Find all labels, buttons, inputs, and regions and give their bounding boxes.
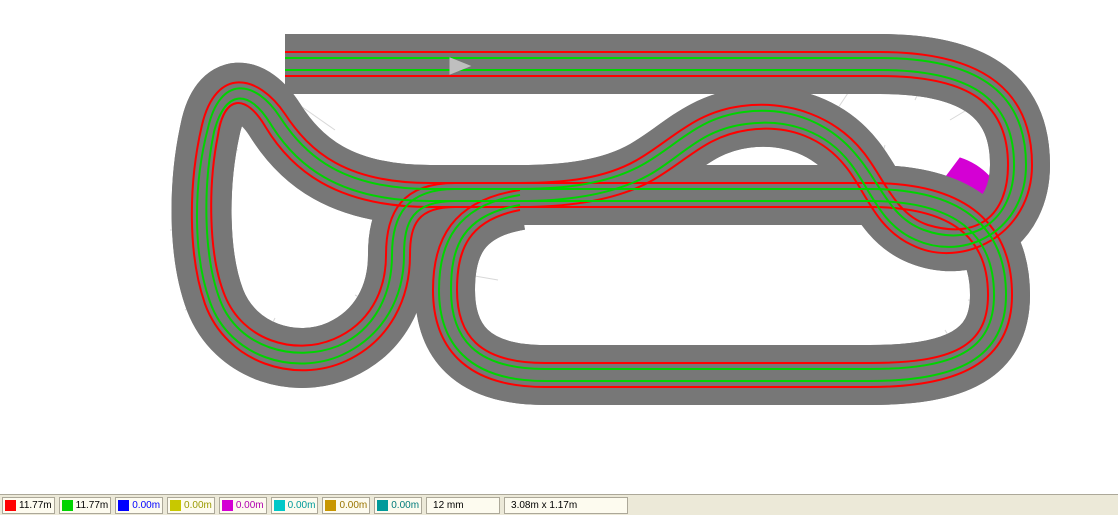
- lane-length-label: 0.00m: [391, 499, 419, 512]
- lane-swatch: [325, 500, 336, 511]
- lane-length-chips: 11.77m 11.77m 0.00m 0.00m 0.00m 0.00m 0.00m 0.0…: [2, 497, 422, 514]
- lane-length-label: 0.00m: [236, 499, 264, 512]
- lane-swatch: [170, 500, 181, 511]
- lane-chip-5[interactable]: 0.00m: [271, 497, 319, 514]
- track-svg: [0, 0, 1118, 493]
- lane-chip-3[interactable]: 0.00m: [167, 497, 215, 514]
- lane-chip-7[interactable]: 0.00m: [374, 497, 422, 514]
- lane-chip-0[interactable]: 11.77m: [2, 497, 55, 514]
- grid-size-value: 12 mm: [433, 500, 464, 511]
- lane-length-label: 0.00m: [132, 499, 160, 512]
- layout-dimensions-cell: 3.08m x 1.17m: [504, 497, 628, 514]
- lane-swatch: [274, 500, 285, 511]
- lane-swatch: [118, 500, 129, 511]
- lane-length-label: 0.00m: [339, 499, 367, 512]
- lane-chip-1[interactable]: 11.77m: [59, 497, 112, 514]
- lane-length-label: 11.77m: [19, 499, 52, 512]
- lane-chip-4[interactable]: 0.00m: [219, 497, 267, 514]
- lane-swatch: [222, 500, 233, 511]
- layout-dimensions-value: 3.08m x 1.17m: [511, 500, 577, 511]
- grid-size-cell: 12 mm: [426, 497, 500, 514]
- lane-swatch: [377, 500, 388, 511]
- lane-swatch: [62, 500, 73, 511]
- track-design-canvas[interactable]: [0, 0, 1118, 493]
- lane-chip-2[interactable]: 0.00m: [115, 497, 163, 514]
- status-bar: 11.77m 11.77m 0.00m 0.00m 0.00m 0.00m 0.00m 0.0…: [0, 494, 1118, 515]
- lane-length-label: 11.77m: [76, 499, 109, 512]
- lane-chip-6[interactable]: 0.00m: [322, 497, 370, 514]
- track-render: [170, 34, 1045, 405]
- lane-length-label: 0.00m: [184, 499, 212, 512]
- lane-swatch: [5, 500, 16, 511]
- lane-length-label: 0.00m: [288, 499, 316, 512]
